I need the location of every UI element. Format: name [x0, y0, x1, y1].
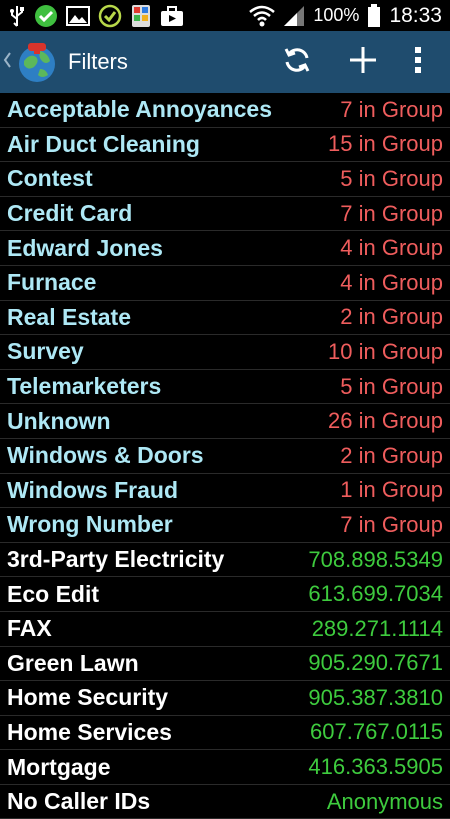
group-row[interactable]: Unknown 26 in Group	[0, 404, 450, 439]
refresh-icon	[282, 45, 312, 80]
group-row[interactable]: Wrong Number 7 in Group	[0, 508, 450, 543]
status-bar: 100% 18:33	[0, 0, 450, 31]
group-count: 26 in Group	[328, 408, 443, 434]
group-row[interactable]: Contest 5 in Group	[0, 162, 450, 197]
app-shortcut-icon	[130, 4, 152, 28]
group-count: 2 in Group	[340, 442, 443, 468]
add-button[interactable]	[330, 31, 396, 93]
group-name: Wrong Number	[7, 511, 173, 538]
group-name: Edward Jones	[7, 234, 163, 261]
chevron-left-icon	[2, 50, 12, 75]
group-count: 4 in Group	[340, 235, 443, 261]
system-status: 100% 18:33	[249, 3, 442, 28]
group-row[interactable]: Windows & Doors 2 in Group	[0, 439, 450, 474]
number-name: Green Lawn	[7, 649, 139, 676]
overflow-menu-button[interactable]	[396, 31, 440, 93]
up-navigation-button[interactable]	[2, 39, 60, 85]
number-row[interactable]: FAX 289.271.1114	[0, 612, 450, 647]
check-circle-icon	[98, 4, 122, 28]
phone-number: Anonymous	[326, 788, 443, 814]
phone-number: 416.363.5905	[308, 754, 443, 780]
signal-icon	[283, 5, 305, 27]
group-count: 7 in Group	[340, 200, 443, 226]
number-row[interactable]: Mortgage 416.363.5905	[0, 750, 450, 785]
number-row[interactable]: 3rd-Party Electricity 708.898.5349	[0, 543, 450, 578]
group-count: 7 in Group	[340, 511, 443, 537]
group-row[interactable]: Edward Jones 4 in Group	[0, 231, 450, 266]
group-row[interactable]: Real Estate 2 in Group	[0, 301, 450, 336]
page-title: Filters	[68, 49, 128, 74]
group-count: 1 in Group	[340, 477, 443, 503]
image-icon	[66, 5, 90, 27]
group-name: Unknown	[7, 407, 111, 434]
group-name: Credit Card	[7, 200, 133, 227]
add-icon	[348, 45, 378, 80]
number-name: Home Security	[7, 684, 169, 711]
group-name: Windows Fraud	[7, 476, 179, 503]
group-count: 2 in Group	[340, 304, 443, 330]
group-row[interactable]: Windows Fraud 1 in Group	[0, 474, 450, 509]
number-name: No Caller IDs	[7, 788, 151, 815]
group-name: Survey	[7, 338, 84, 365]
action-bar: Filters	[0, 31, 450, 93]
wifi-icon	[249, 5, 276, 27]
battery-icon	[367, 3, 381, 28]
briefcase-icon	[160, 5, 184, 27]
clock: 18:33	[389, 3, 442, 27]
phone-number: 708.898.5349	[308, 546, 443, 572]
overflow-menu-icon	[414, 46, 422, 79]
number-row[interactable]: Home Services 607.767.0115	[0, 716, 450, 751]
battery-percent: 100%	[313, 5, 360, 25]
group-count: 7 in Group	[340, 96, 443, 122]
phone-number: 289.271.1114	[311, 615, 443, 641]
filter-list: Acceptable Annoyances 7 in Group Air Duct…	[0, 93, 450, 819]
number-row[interactable]: Home Security 905.387.3810	[0, 681, 450, 716]
group-row[interactable]: Acceptable Annoyances 7 in Group	[0, 93, 450, 128]
number-name: Home Services	[7, 718, 172, 745]
group-count: 4 in Group	[340, 269, 443, 295]
group-count: 15 in Group	[328, 131, 443, 157]
group-name: Air Duct Cleaning	[7, 130, 200, 157]
group-name: Windows & Doors	[7, 442, 204, 469]
group-row[interactable]: Telemarketers 5 in Group	[0, 370, 450, 405]
group-name: Contest	[7, 165, 93, 192]
group-count: 10 in Group	[328, 338, 443, 364]
number-name: FAX	[7, 615, 52, 642]
refresh-button[interactable]	[264, 31, 330, 93]
app-logo-icon	[14, 39, 60, 85]
group-row[interactable]: Furnace 4 in Group	[0, 266, 450, 301]
group-count: 5 in Group	[340, 373, 443, 399]
group-row[interactable]: Air Duct Cleaning 15 in Group	[0, 128, 450, 163]
group-name: Acceptable Annoyances	[7, 96, 273, 123]
number-name: 3rd-Party Electricity	[7, 546, 225, 573]
group-name: Telemarketers	[7, 373, 162, 400]
group-count: 5 in Group	[340, 165, 443, 191]
group-name: Furnace	[7, 269, 97, 296]
group-name: Real Estate	[7, 303, 132, 330]
number-row[interactable]: Eco Edit 613.699.7034	[0, 577, 450, 612]
usb-icon	[8, 5, 26, 27]
group-row[interactable]: Survey 10 in Group	[0, 335, 450, 370]
phone-number: 613.699.7034	[308, 581, 443, 607]
number-row[interactable]: No Caller IDs Anonymous	[0, 785, 450, 819]
phone-number: 607.767.0115	[310, 719, 443, 745]
phone-number: 905.290.7671	[308, 650, 443, 676]
notification-icons	[8, 4, 184, 28]
number-row[interactable]: Green Lawn 905.290.7671	[0, 647, 450, 682]
phone-number: 905.387.3810	[308, 684, 443, 710]
number-name: Eco Edit	[7, 580, 100, 607]
check-icon	[34, 4, 58, 28]
group-row[interactable]: Credit Card 7 in Group	[0, 197, 450, 232]
number-name: Mortgage	[7, 753, 111, 780]
